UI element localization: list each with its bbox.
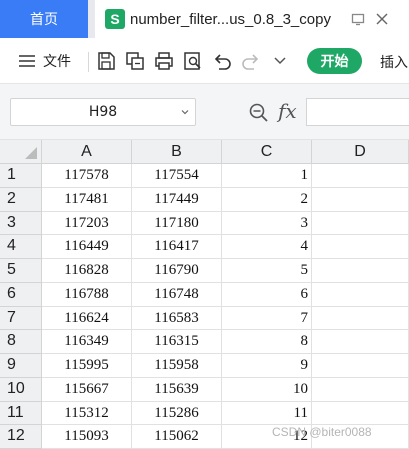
close-tab-icon[interactable] xyxy=(375,12,389,26)
more-options-chevron-icon[interactable] xyxy=(272,53,288,69)
cell-a7[interactable]: 116624 xyxy=(42,306,132,331)
cell-a11[interactable]: 115312 xyxy=(42,401,132,426)
cell-c8[interactable]: 8 xyxy=(222,330,312,354)
cell-a12[interactable]: 115093 xyxy=(42,425,132,449)
file-menu-button[interactable]: 文件 xyxy=(18,51,71,71)
cell-c9[interactable]: 9 xyxy=(222,354,312,378)
cell-c2[interactable]: 2 xyxy=(222,187,312,212)
row-header[interactable]: 7 xyxy=(0,306,42,331)
insert-function-fx-icon[interactable]: fx xyxy=(278,99,297,123)
select-all-triangle-icon xyxy=(25,147,37,159)
cell-b6[interactable]: 116748 xyxy=(132,282,222,307)
tab-home[interactable]: 首页 xyxy=(0,0,88,38)
cell-d1[interactable] xyxy=(312,164,409,188)
column-header-c[interactable]: C xyxy=(222,140,312,164)
window-restore-icon[interactable] xyxy=(351,12,365,26)
toolbar-divider xyxy=(88,52,89,72)
formula-bar: H98 fx xyxy=(0,84,409,140)
cell-a1[interactable]: 117578 xyxy=(42,164,132,188)
cell-a10[interactable]: 115667 xyxy=(42,377,132,402)
row-header[interactable]: 4 xyxy=(0,235,42,259)
cell-a2[interactable]: 117481 xyxy=(42,187,132,212)
row-header[interactable]: 9 xyxy=(0,354,42,378)
cell-d3[interactable] xyxy=(312,211,409,236)
cell-d9[interactable] xyxy=(312,354,409,378)
cell-a5[interactable]: 116828 xyxy=(42,259,132,283)
undo-icon[interactable] xyxy=(211,50,233,72)
tab-document[interactable]: S number_filter...us_0.8_3_copy xyxy=(95,0,409,38)
dropdown-caret-icon[interactable] xyxy=(181,108,189,116)
search-function-icon[interactable] xyxy=(248,102,270,124)
cell-b2[interactable]: 117449 xyxy=(132,187,222,212)
cell-d6[interactable] xyxy=(312,282,409,307)
tab-bar: 首页 S number_filter...us_0.8_3_copy xyxy=(0,0,409,38)
cell-c6[interactable]: 6 xyxy=(222,282,312,307)
cell-c5[interactable]: 5 xyxy=(222,259,312,283)
watermark: CSDN @biter0088 xyxy=(272,425,372,439)
hamburger-menu-icon xyxy=(19,55,35,67)
name-box[interactable]: H98 xyxy=(10,98,196,126)
cell-b3[interactable]: 117180 xyxy=(132,211,222,236)
cell-a8[interactable]: 116349 xyxy=(42,330,132,354)
cell-d4[interactable] xyxy=(312,235,409,259)
cell-c4[interactable]: 4 xyxy=(222,235,312,259)
row-header[interactable]: 12 xyxy=(0,425,42,449)
cell-b9[interactable]: 115958 xyxy=(132,354,222,378)
cell-d10[interactable] xyxy=(312,377,409,402)
cell-b4[interactable]: 116417 xyxy=(132,235,222,259)
cell-c1[interactable]: 1 xyxy=(222,164,312,188)
insert-tab-button[interactable]: 插入 xyxy=(380,52,408,72)
cell-d11[interactable] xyxy=(312,401,409,426)
cell-c10[interactable]: 10 xyxy=(222,377,312,402)
export-document-icon[interactable] xyxy=(124,50,146,72)
formula-input[interactable] xyxy=(306,98,409,126)
cell-b10[interactable]: 115639 xyxy=(132,377,222,402)
redo-icon[interactable] xyxy=(240,50,262,72)
column-header-a[interactable]: A xyxy=(42,140,132,164)
cell-c3[interactable]: 3 xyxy=(222,211,312,236)
cell-c7[interactable]: 7 xyxy=(222,306,312,331)
cell-b7[interactable]: 116583 xyxy=(132,306,222,331)
cell-b12[interactable]: 115062 xyxy=(132,425,222,449)
row-header[interactable]: 3 xyxy=(0,211,42,236)
cell-b11[interactable]: 115286 xyxy=(132,401,222,426)
cell-d5[interactable] xyxy=(312,259,409,283)
start-tab-button[interactable]: 开始 xyxy=(307,48,362,74)
name-box-value: H98 xyxy=(88,104,118,120)
column-header-d[interactable]: D xyxy=(312,140,409,164)
main-toolbar: 文件 开始 插入 xyxy=(0,38,409,84)
print-preview-icon[interactable] xyxy=(182,50,204,72)
tab-home-label: 首页 xyxy=(30,12,58,28)
cell-c11[interactable]: 11 xyxy=(222,401,312,426)
cell-b8[interactable]: 116315 xyxy=(132,330,222,354)
cell-a4[interactable]: 116449 xyxy=(42,235,132,259)
select-all-corner[interactable] xyxy=(0,140,42,164)
cell-a6[interactable]: 116788 xyxy=(42,282,132,307)
row-header[interactable]: 8 xyxy=(0,330,42,354)
column-header-b[interactable]: B xyxy=(132,140,222,164)
row-header[interactable]: 10 xyxy=(0,377,42,402)
cell-d2[interactable] xyxy=(312,187,409,212)
cell-a3[interactable]: 117203 xyxy=(42,211,132,236)
print-icon[interactable] xyxy=(153,50,175,72)
row-header[interactable]: 11 xyxy=(0,401,42,426)
cell-d8[interactable] xyxy=(312,330,409,354)
tab-document-title: number_filter...us_0.8_3_copy xyxy=(130,10,331,28)
cell-b5[interactable]: 116790 xyxy=(132,259,222,283)
spreadsheet-grid: A B C D 1 117578 117554 1 2 117481 117449 2 3 117203 1… xyxy=(0,140,409,449)
save-icon[interactable] xyxy=(95,50,117,72)
row-header[interactable]: 5 xyxy=(0,259,42,283)
cell-b1[interactable]: 117554 xyxy=(132,164,222,188)
spreadsheet-file-icon: S xyxy=(105,9,125,29)
row-header[interactable]: 2 xyxy=(0,187,42,212)
cell-a9[interactable]: 115995 xyxy=(42,354,132,378)
row-header[interactable]: 6 xyxy=(0,282,42,307)
file-menu-label: 文件 xyxy=(43,54,71,70)
row-header[interactable]: 1 xyxy=(0,164,42,188)
cell-d7[interactable] xyxy=(312,306,409,331)
